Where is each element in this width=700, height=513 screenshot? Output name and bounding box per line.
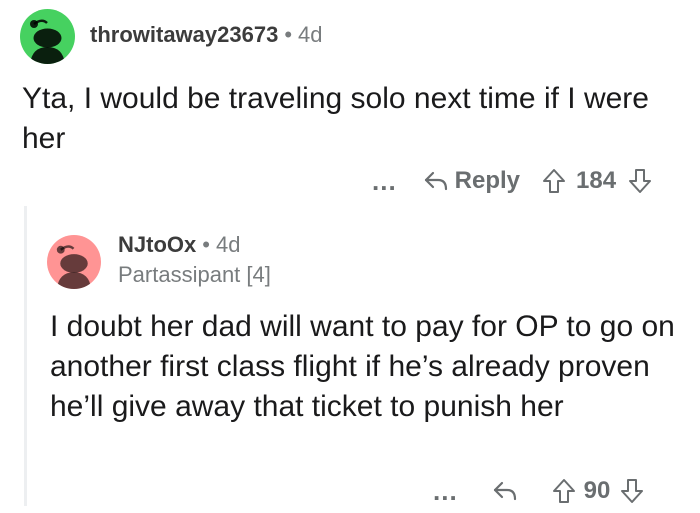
reply-meta: NJtoOx • 4d [118, 232, 240, 258]
upvote-arrow-icon [552, 479, 575, 503]
reply-button[interactable] [492, 480, 518, 502]
snoo-avatar-icon [56, 245, 92, 289]
more-options-button[interactable]: ... [372, 166, 397, 197]
reply-label: Reply [454, 167, 521, 194]
reply-actions: ... 90 [433, 474, 644, 508]
user-flair: Partassipant [4] [118, 262, 271, 287]
downvote-arrow-icon [629, 169, 652, 193]
thread-line[interactable] [24, 206, 27, 506]
reply-button[interactable]: Reply [423, 167, 520, 195]
upvote-arrow-icon [543, 169, 566, 193]
reply-arrow-icon [493, 481, 516, 501]
meta-separator: • [202, 232, 210, 257]
comment-body: Yta, I would be traveling solo next time… [22, 82, 649, 155]
upvote-button[interactable] [542, 168, 566, 194]
reply-arrow-icon [424, 171, 447, 191]
comment-actions: ... Reply 184 [372, 164, 652, 198]
reply-timestamp: 4d [215, 232, 241, 257]
more-options-button[interactable]: ... [433, 476, 458, 507]
downvote-arrow-icon [621, 479, 644, 503]
vote-score: 184 [576, 167, 617, 194]
downvote-button[interactable] [628, 168, 652, 194]
snoo-avatar-icon [30, 19, 65, 64]
vote-score: 90 [583, 477, 611, 504]
meta-separator: • [284, 22, 293, 47]
reply-body: I doubt her dad will want to pay for OP … [50, 310, 675, 423]
avatar[interactable] [20, 9, 75, 64]
downvote-button[interactable] [620, 478, 644, 504]
comment-meta: throwitaway23673 • 4d [90, 22, 323, 48]
comment-username[interactable]: throwitaway23673 [90, 22, 278, 47]
comment-timestamp: 4d [298, 22, 323, 47]
reply-username[interactable]: NJtoOx [118, 232, 196, 257]
reply-avatar[interactable] [47, 235, 101, 289]
upvote-button[interactable] [552, 478, 576, 504]
